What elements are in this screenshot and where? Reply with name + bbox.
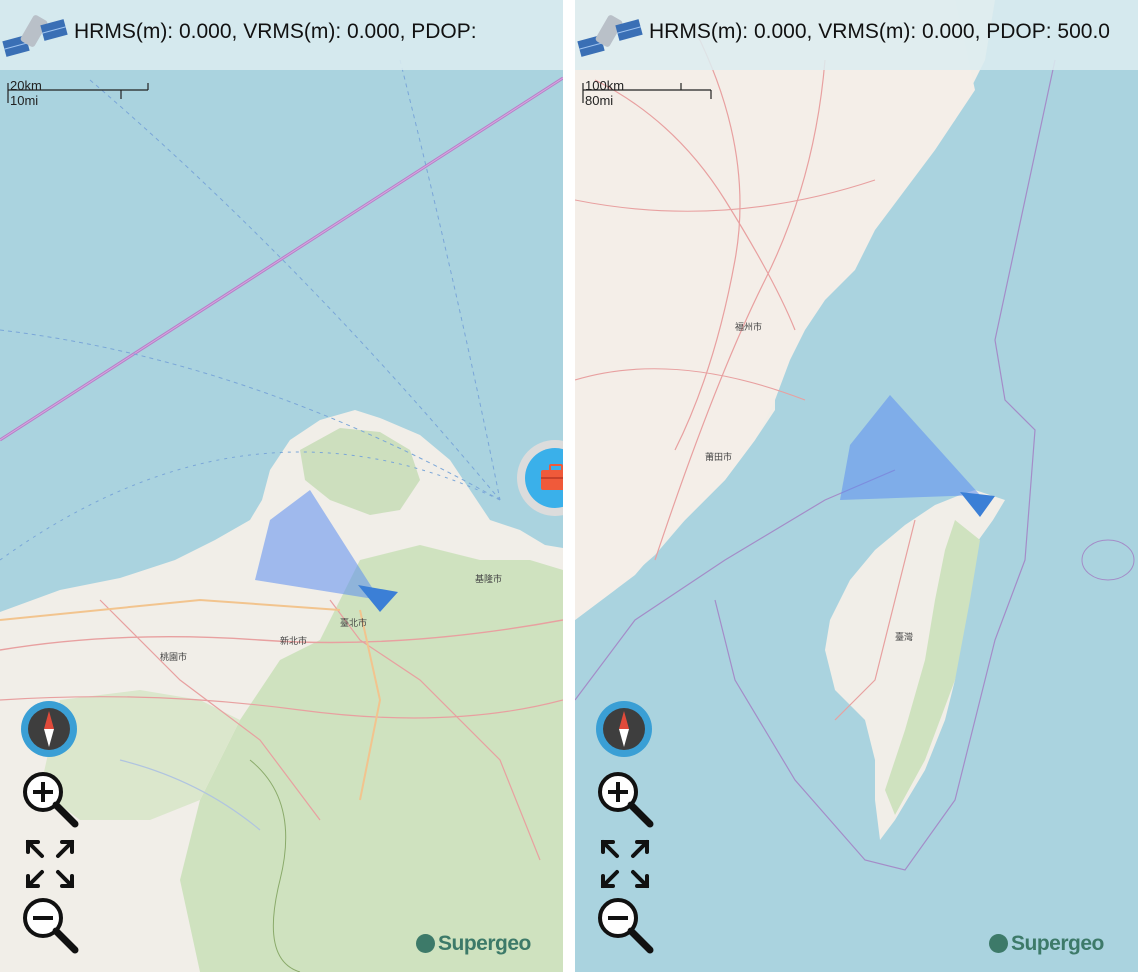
svg-text:臺北市: 臺北市 [340,617,367,629]
gps-status-bar: HRMS(m): 0.000, VRMS(m): 0.000, PDOP: 50… [575,0,1138,70]
scale-bar: 100km 80mi [581,79,731,109]
zoom-out-icon [23,898,79,954]
zoom-out-button[interactable] [594,894,656,956]
toolbox-icon [541,464,563,490]
gps-status-text: HRMS(m): 0.000, VRMS(m): 0.000, PDOP: [74,20,477,43]
zoom-in-icon [23,772,79,828]
globe-icon [416,934,435,953]
map-panel-left[interactable]: 臺北市 新北市 基隆市 桃園市 HRMS(m): 0.000, VRMS(m):… [0,0,563,972]
zoom-out-icon [598,898,654,954]
fullscreen-button[interactable] [22,836,78,892]
satellite-icon [2,15,68,57]
compass-icon [21,701,77,757]
fullscreen-button[interactable] [597,836,653,892]
brand-name: Supergeo [1011,932,1104,955]
map-panel-right[interactable]: 臺灣 莆田市 福州市 HRMS(m): 0.000, VRMS(m): 0.00… [575,0,1138,972]
gps-status-bar: HRMS(m): 0.000, VRMS(m): 0.000, PDOP: [0,0,563,70]
svg-text:新北市: 新北市 [280,635,307,647]
compass-button[interactable] [594,699,654,759]
gps-status-text: HRMS(m): 0.000, VRMS(m): 0.000, PDOP: 50… [649,20,1110,43]
globe-icon [989,934,1008,953]
zoom-in-button[interactable] [594,768,656,830]
svg-text:福州市: 福州市 [735,321,762,333]
svg-text:臺灣: 臺灣 [895,631,913,643]
svg-text:莆田市: 莆田市 [705,451,732,463]
fullscreen-icon [601,840,649,888]
map-canvas[interactable]: 臺北市 新北市 基隆市 桃園市 [0,0,563,972]
scale-label-metric: 20km [10,78,42,93]
scale-bar: 20km 10mi [6,79,156,109]
compass-button[interactable] [19,699,79,759]
svg-text:基隆市: 基隆市 [475,573,502,585]
brand-name: Supergeo [438,932,531,955]
zoom-in-icon [598,772,654,828]
scale-label-metric: 100km [585,78,625,93]
compass-icon [596,701,652,757]
brand-logo: Supergeo [989,932,1104,956]
brand-logo: Supergeo [416,932,531,956]
svg-text:桃園市: 桃園市 [160,651,187,663]
scale-label-imperial: 80mi [585,93,614,108]
satellite-icon [577,15,643,57]
map-canvas[interactable]: 臺灣 莆田市 福州市 [575,0,1138,972]
scale-label-imperial: 10mi [10,93,39,108]
zoom-in-button[interactable] [19,768,81,830]
zoom-out-button[interactable] [19,894,81,956]
fullscreen-icon [26,840,74,888]
